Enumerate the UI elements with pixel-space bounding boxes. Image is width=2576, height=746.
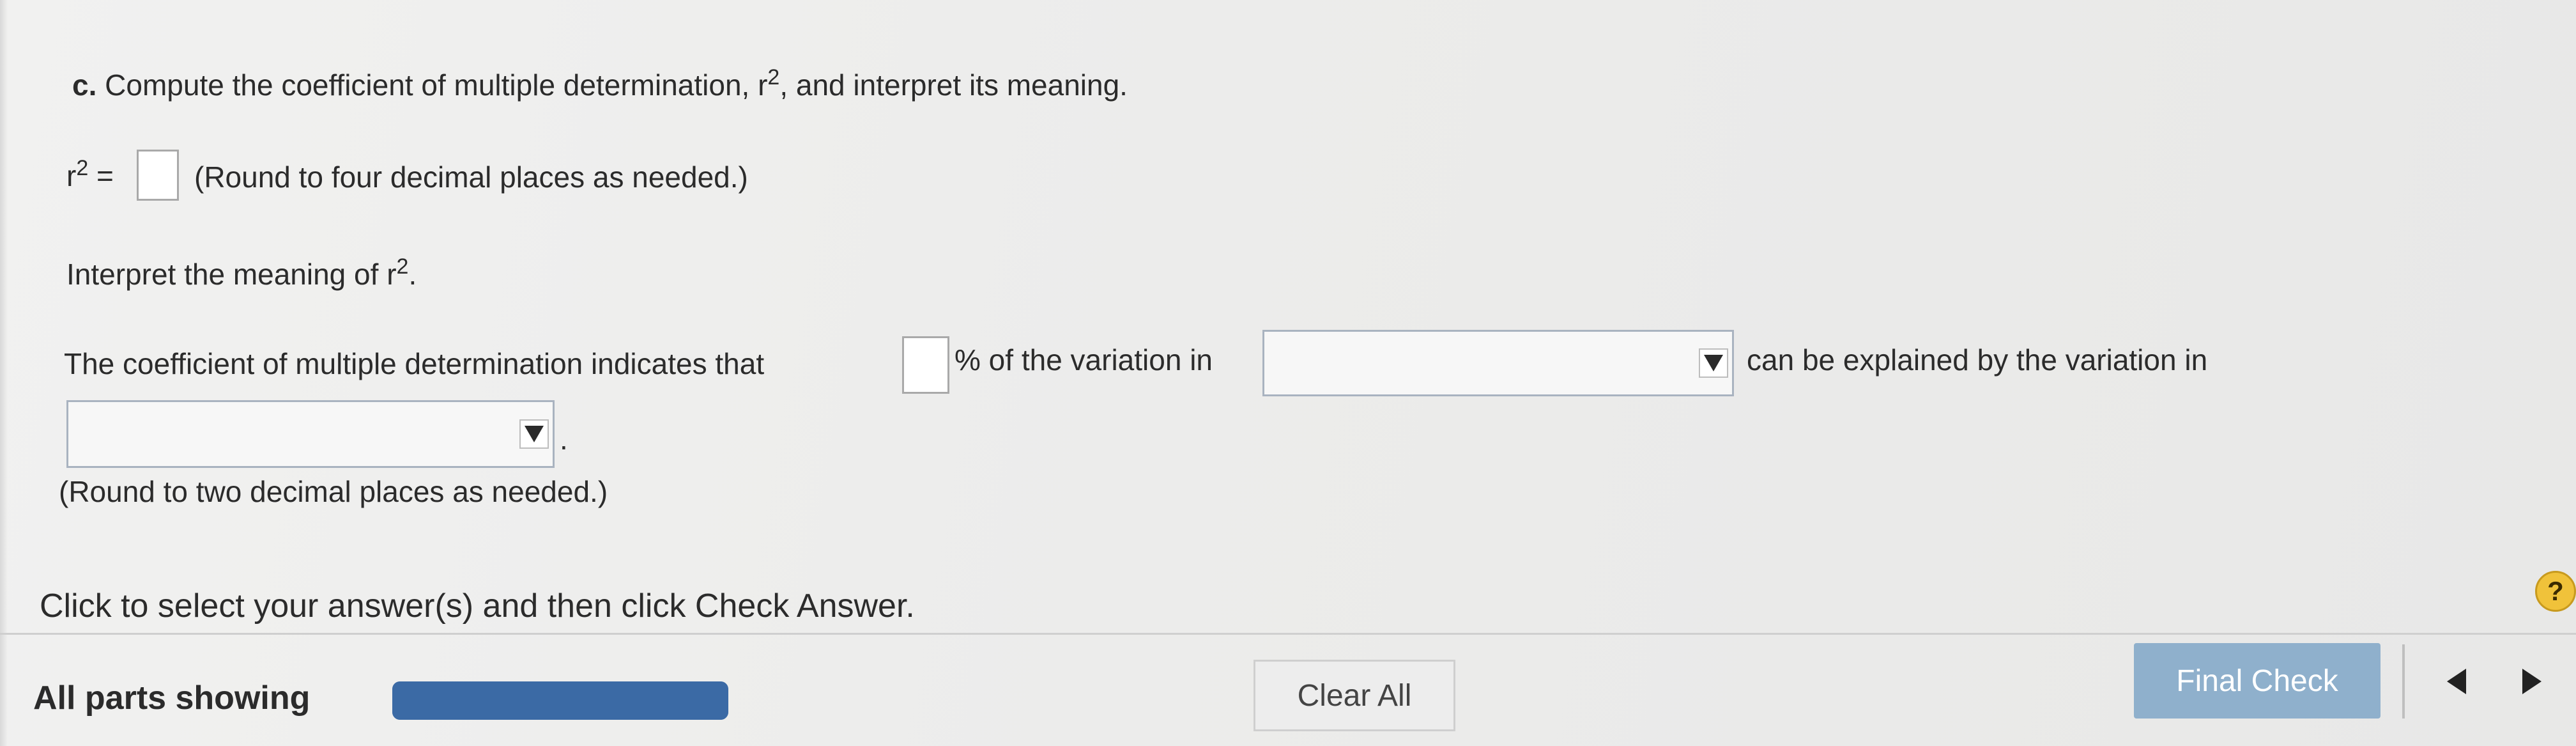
- r2-superscript: 2: [76, 156, 89, 180]
- explanatory-variables-dropdown[interactable]: [66, 400, 555, 468]
- nav-separator: [2402, 644, 2405, 719]
- interpret-heading: Interpret the meaning of r2.: [66, 256, 417, 291]
- percent-answer-input[interactable]: [902, 336, 949, 394]
- dropdown-arrow-icon: [519, 419, 549, 449]
- final-check-button[interactable]: Final Check: [2134, 643, 2380, 719]
- progress-bar: [392, 681, 728, 720]
- footer-divider: [0, 633, 2576, 635]
- part-label: c.: [72, 68, 97, 102]
- parts-showing-label: All parts showing: [33, 680, 310, 717]
- next-arrow-icon[interactable]: [2522, 669, 2542, 694]
- sentence-period: .: [560, 423, 568, 456]
- round-two-hint: (Round to two decimal places as needed.): [59, 475, 608, 508]
- interpret-period: .: [408, 258, 417, 291]
- response-variable-dropdown[interactable]: [1262, 330, 1734, 396]
- sentence-part1: The coefficient of multiple determinatio…: [64, 347, 765, 380]
- prompt-text: Compute the coefficient of multiple dete…: [105, 68, 768, 102]
- footer-instruction: Click to select your answer(s) and then …: [40, 587, 915, 625]
- clear-all-button[interactable]: Clear All: [1254, 660, 1455, 731]
- dropdown-arrow-icon: [1699, 348, 1728, 378]
- interpret-superscript: 2: [396, 254, 409, 279]
- r2-answer-input[interactable]: [137, 150, 179, 201]
- previous-arrow-icon[interactable]: [2447, 669, 2466, 694]
- question-page: c. Compute the coefficient of multiple d…: [0, 0, 2576, 746]
- equals-sign: =: [96, 159, 114, 192]
- r2-rounding-hint: (Round to four decimal places as needed.…: [194, 160, 748, 194]
- r2-letter: r: [66, 159, 77, 192]
- prompt-superscript: 2: [767, 65, 780, 89]
- clear-all-label: Clear All: [1297, 678, 1412, 713]
- r2-label: r2 =: [66, 157, 114, 192]
- help-icon[interactable]: ?: [2535, 571, 2576, 612]
- interpret-text: Interpret the meaning of r: [66, 258, 397, 291]
- sentence-part3: can be explained by the variation in: [1747, 343, 2208, 377]
- part-c-prompt: c. Compute the coefficient of multiple d…: [72, 66, 1128, 102]
- prompt-text-end: , and interpret its meaning.: [779, 68, 1128, 102]
- final-check-label: Final Check: [2176, 664, 2338, 698]
- sentence-part2: % of the variation in: [954, 343, 1213, 377]
- help-label: ?: [2547, 576, 2564, 606]
- progress-fill: [392, 681, 728, 720]
